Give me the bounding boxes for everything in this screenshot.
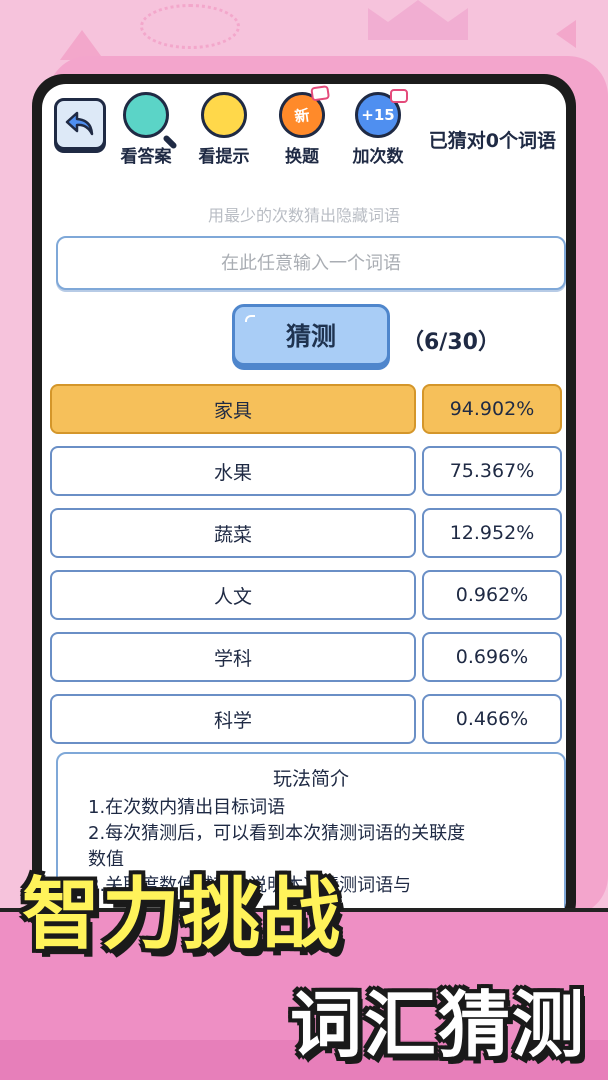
word-input[interactable]: [58, 238, 564, 288]
result-word: 水果: [50, 446, 416, 496]
result-word: 科学: [50, 694, 416, 744]
results-list: 家具 94.902% 水果 75.367% 蔬菜 12.952% 人文 0.96…: [50, 384, 564, 756]
guess-button-label: 猜测: [285, 322, 336, 351]
change-question-button[interactable]: 新 换题: [266, 85, 338, 167]
result-row: 科学 0.466%: [50, 694, 564, 746]
word-input-container: [56, 236, 566, 290]
magnifier-icon: [123, 92, 169, 138]
lightbulb-icon: [201, 92, 247, 138]
phone-frame: 看答案 看提示 新 换题 +15 加次数 已猜对0个词语 用最少的次数猜出隐藏词…: [32, 74, 576, 934]
new-icon: 新: [276, 85, 331, 141]
instruction-subtitle: 用最少的次数猜出隐藏词语: [207, 206, 400, 225]
back-button[interactable]: [54, 98, 106, 150]
new-glyph: 新: [293, 105, 311, 126]
result-word: 蔬菜: [50, 508, 416, 558]
add-attempts-button[interactable]: +15 加次数: [342, 89, 414, 167]
rules-line: 1.在次数内猜出目标词语: [88, 797, 286, 818]
view-hint-button[interactable]: 看提示: [188, 92, 260, 167]
result-row: 蔬菜 12.952%: [50, 508, 564, 560]
triangle-decoration: [556, 20, 576, 48]
result-percentage: 12.952%: [422, 508, 562, 558]
score-text: 已猜对0个词语: [428, 130, 556, 152]
result-row: 家具 94.902%: [50, 384, 564, 436]
plus15-glyph: +15: [361, 106, 395, 124]
rules-line: 2.每次猜测后，可以看到本次猜测词语的关联度: [88, 823, 466, 844]
dotted-arc-decoration: [140, 4, 240, 49]
crown-decoration: [368, 0, 468, 40]
attempt-counter: （6/30）: [402, 330, 500, 355]
result-percentage: 94.902%: [422, 384, 562, 434]
video-ad-icon: [310, 85, 331, 102]
back-arrow-icon: [65, 111, 94, 136]
result-percentage: 0.962%: [422, 570, 562, 620]
add-attempts-label: 加次数: [352, 147, 404, 167]
result-percentage: 75.367%: [422, 446, 562, 496]
result-percentage: 0.466%: [422, 694, 562, 744]
result-row: 水果 75.367%: [50, 446, 564, 498]
toolbar: 看答案 看提示 新 换题 +15 加次数 已猜对0个词语: [42, 84, 566, 176]
result-row: 学科 0.696%: [50, 632, 564, 684]
change-question-label: 换题: [285, 147, 319, 167]
result-word: 人文: [50, 570, 416, 620]
rules-title: 玩法简介: [272, 768, 349, 790]
game-screen: 看答案 看提示 新 换题 +15 加次数 已猜对0个词语 用最少的次数猜出隐藏词…: [42, 84, 566, 924]
result-word: 学科: [50, 632, 416, 682]
result-percentage: 0.696%: [422, 632, 562, 682]
view-answer-button[interactable]: 看答案: [110, 92, 182, 167]
promo-subheadline: 词汇猜测: [289, 983, 586, 1067]
video-ad-icon: [390, 89, 408, 103]
guess-button[interactable]: 猜测: [232, 304, 390, 366]
promo-headline: 智力挑战: [22, 870, 343, 960]
result-word: 家具: [50, 384, 416, 434]
result-row: 人文 0.962%: [50, 570, 564, 622]
view-hint-label: 看提示: [198, 147, 250, 167]
plus15-icon: +15: [355, 89, 408, 138]
